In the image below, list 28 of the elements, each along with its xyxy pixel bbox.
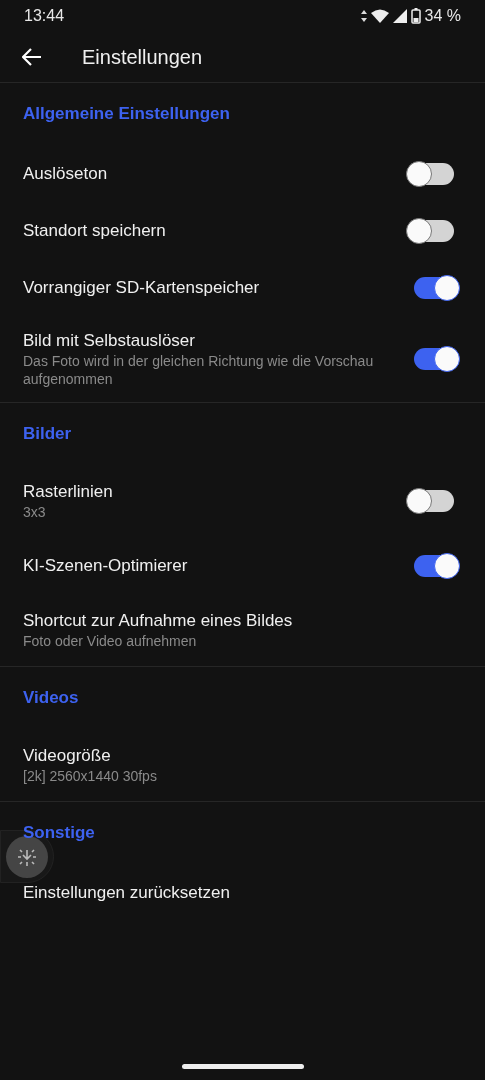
- section-header: Sonstige: [23, 822, 95, 845]
- toggle-switch[interactable]: [414, 348, 458, 370]
- data-arrows-icon: [360, 10, 367, 22]
- setting-label[interactable]: KI-Szenen-Optimierer: [23, 554, 188, 577]
- setting-description: 3x3: [23, 503, 47, 521]
- toggle-switch[interactable]: [414, 554, 458, 577]
- battery-icon: [410, 8, 421, 24]
- setting-label[interactable]: Bild mit Selbstauslöser: [23, 330, 396, 352]
- status-time: 13:44: [24, 6, 65, 26]
- battery-percent: 34 %: [424, 6, 461, 26]
- setting-description: Das Foto wird in der gleichen Richtung wie die Vorschau aufgenommen: [23, 352, 375, 388]
- setting-label[interactable]: Shortcut zur Aufnahme eines Bildes: [23, 610, 293, 632]
- setting-label[interactable]: Videogröße: [23, 745, 157, 767]
- page-title: Einstellungen: [82, 45, 203, 70]
- setting-label[interactable]: Rasterlinien: [23, 481, 113, 503]
- setting-label[interactable]: Auslöseton: [23, 162, 108, 185]
- setting-description: [2k] 2560x1440 30fps: [23, 767, 157, 785]
- section-header: Allgemeine Einstellungen: [23, 103, 230, 126]
- section-header: Videos: [23, 687, 79, 710]
- wifi-icon: [370, 9, 389, 23]
- setting-label[interactable]: Vorrangiger SD-Kartenspeicher: [23, 276, 260, 299]
- back-arrow-icon: [22, 48, 42, 66]
- signal-icon: [392, 9, 407, 23]
- toggle-switch[interactable]: [414, 276, 458, 299]
- setting-label[interactable]: Einstellungen zurücksetzen: [23, 881, 230, 904]
- setting-label[interactable]: Standort speichern: [23, 219, 166, 242]
- setting-description: Foto oder Video aufnehmen: [23, 632, 198, 650]
- section-header: Bilder: [23, 423, 72, 446]
